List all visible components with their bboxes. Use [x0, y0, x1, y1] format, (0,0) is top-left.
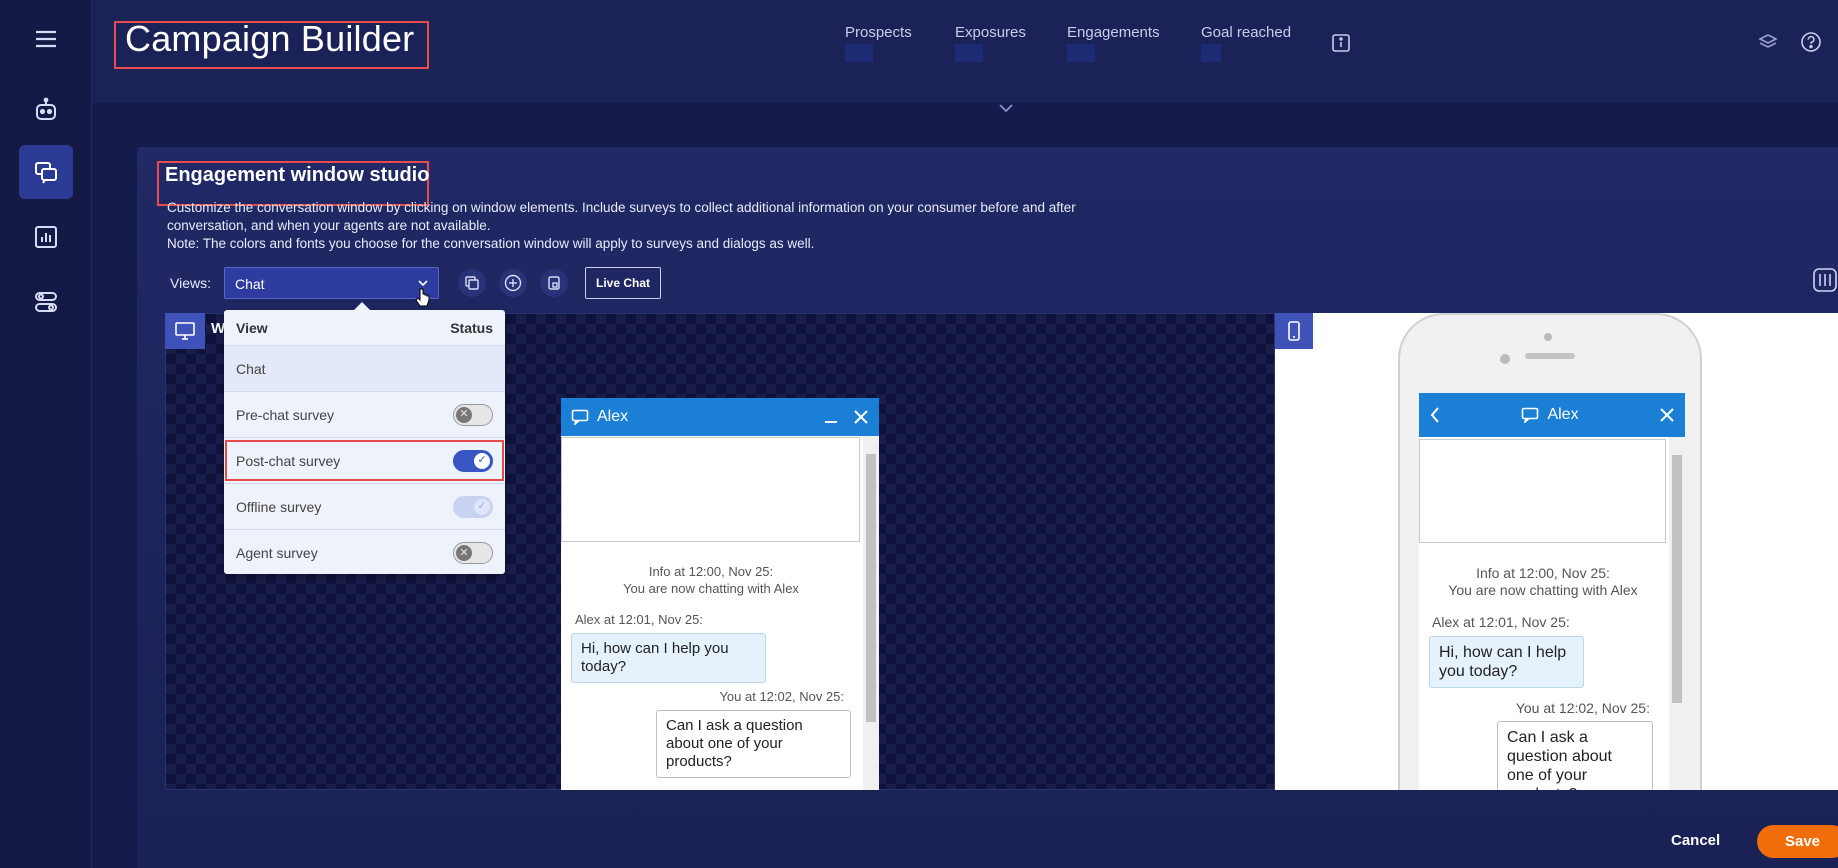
settings-toggles-icon[interactable] [19, 275, 73, 329]
chat-agent-name: Alex [597, 408, 629, 425]
mobile-chat-window[interactable]: Alex Info at 12:00, Nov 25: You are now … [1419, 393, 1685, 790]
duplicate-view-icon[interactable] [458, 269, 486, 297]
page-title: Campaign Builder [125, 18, 415, 59]
left-rail [0, 0, 92, 868]
save-button[interactable]: Save [1757, 825, 1838, 858]
agent-message-bubble: Hi, how can I help you today? [571, 633, 766, 683]
pre-chat-survey-toggle[interactable]: ✕ [453, 403, 493, 426]
user-message-bubble: Can I ask a question about one of your p… [656, 710, 851, 778]
view-option-label: Chat [236, 360, 266, 377]
desktop-chat-window[interactable]: Alex Info at 12:00, Nov 25: You are now … [561, 398, 879, 790]
agent-survey-toggle[interactable]: ✕ [453, 542, 493, 564]
chat-body: Info at 12:00, Nov 25: You are now chatt… [561, 436, 879, 790]
cancel-button[interactable]: Cancel [1671, 832, 1720, 849]
collapse-chevron-icon[interactable] [998, 100, 1014, 118]
mobile-header-image-placeholder [1419, 439, 1666, 543]
views-select-value: Chat [235, 276, 265, 292]
view-option-agent-survey[interactable]: Agent survey ✕ [224, 530, 505, 576]
metric-goal-reached-bar [1201, 44, 1221, 62]
section-description: Customize the conversation window by cli… [167, 199, 1127, 253]
analytics-icon[interactable] [19, 210, 73, 264]
metric-prospects: Prospects [845, 24, 912, 41]
chat-header[interactable]: Alex [561, 398, 879, 436]
metric-engagements: Engagements [1067, 24, 1160, 41]
view-option-label: Pre-chat survey [236, 406, 335, 423]
sliders-icon[interactable] [1812, 267, 1838, 293]
bot-icon[interactable] [19, 83, 73, 137]
mobile-info-line-1: Info at 12:00, Nov 25: [1476, 565, 1610, 581]
minimize-icon[interactable] [823, 409, 839, 425]
close-icon[interactable] [853, 409, 869, 425]
header-image-placeholder [561, 437, 860, 542]
view-option-chat[interactable]: Chat [224, 346, 505, 392]
add-view-icon[interactable] [499, 269, 527, 297]
help-icon[interactable] [1800, 31, 1822, 58]
mobile-info-message: Info at 12:00, Nov 25: You are now chatt… [1419, 565, 1667, 599]
description-line-3: Note: The colors and fonts you choose fo… [167, 236, 815, 251]
mobile-user-message-meta: You at 12:02, Nov 25: [1515, 700, 1650, 716]
desktop-icon[interactable] [165, 313, 205, 349]
metric-exposures-bar [955, 44, 983, 62]
metric-goal-reached: Goal reached [1201, 24, 1292, 41]
metric-prospects-bar [845, 44, 873, 62]
metric-engagements-bar [1067, 44, 1095, 62]
dropdown-header: View Status [224, 310, 505, 346]
description-line-1: Customize the conversation window by cli… [167, 200, 1076, 215]
view-option-offline-survey[interactable]: Offline survey ✓ [224, 484, 505, 530]
view-option-label: Offline survey [236, 498, 322, 515]
layers-icon[interactable] [1758, 32, 1778, 57]
engagement-chat-icon[interactable] [19, 145, 73, 199]
mobile-agent-message-bubble: Hi, how can I help you today? [1429, 636, 1584, 688]
user-message-meta: You at 12:02, Nov 25: [719, 689, 844, 704]
offline-survey-toggle: ✓ [453, 495, 493, 518]
mobile-chat-scrollbar[interactable] [1669, 437, 1685, 790]
description-line-2: conversation, and when your agents are n… [167, 218, 491, 233]
post-chat-highlight-box [225, 440, 504, 481]
live-chat-button[interactable]: Live Chat [585, 267, 661, 299]
agent-message-meta: Alex at 12:01, Nov 25: [575, 612, 703, 627]
view-option-label: Agent survey [236, 545, 318, 561]
mobile-chat-bubble-icon [1521, 407, 1539, 423]
view-option-pre-chat-survey[interactable]: Pre-chat survey ✕ [224, 392, 505, 438]
chat-scrollbar[interactable] [863, 436, 879, 790]
mobile-chat-agent-name: Alex [1547, 406, 1579, 423]
info-icon[interactable] [1331, 33, 1351, 58]
info-message: Info at 12:00, Nov 25: You are now chatt… [561, 563, 861, 597]
mobile-agent-message-meta: Alex at 12:01, Nov 25: [1432, 614, 1570, 630]
dropdown-col-status: Status [450, 319, 493, 336]
section-title: Engagement window studio [165, 164, 430, 186]
chat-bubble-icon [571, 409, 589, 425]
device-view-icon[interactable] [540, 269, 568, 297]
mobile-info-line-2: You are now chatting with Alex [1448, 582, 1638, 598]
metric-exposures: Exposures [955, 24, 1026, 41]
views-label: Views: [170, 275, 211, 291]
info-line-2: You are now chatting with Alex [623, 581, 799, 596]
dropdown-col-view: View [236, 319, 268, 336]
menu-icon[interactable] [19, 12, 73, 66]
views-select[interactable]: Chat [224, 267, 439, 299]
back-chevron-icon[interactable] [1429, 406, 1441, 424]
mobile-chat-body: Info at 12:00, Nov 25: You are now chatt… [1419, 437, 1685, 790]
info-line-1: Info at 12:00, Nov 25: [648, 564, 774, 579]
mobile-chat-header[interactable]: Alex [1419, 393, 1685, 437]
mobile-icon[interactable] [1275, 313, 1313, 349]
mobile-close-icon[interactable] [1659, 407, 1675, 423]
mobile-user-message-bubble: Can I ask a question about one of your p… [1497, 721, 1653, 790]
